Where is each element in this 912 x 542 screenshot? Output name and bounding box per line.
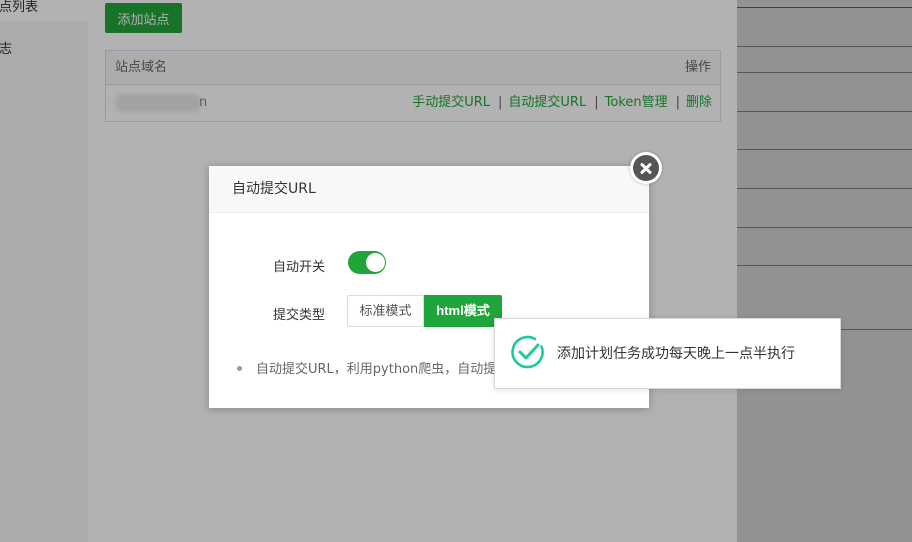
auto-switch-toggle[interactable] [348, 251, 386, 274]
html-mode-button[interactable]: html模式 [424, 295, 502, 327]
close-icon [633, 155, 659, 181]
dialog-header: 自动提交URL [209, 166, 649, 213]
mode-group: 标准模式 html模式 [347, 295, 502, 327]
tip-item: 自动提交URL，利用python爬虫，自动提 [237, 358, 496, 377]
type-label: 提交类型 [272, 308, 325, 323]
close-button[interactable] [630, 152, 662, 184]
standard-mode-button[interactable]: 标准模式 [347, 295, 424, 327]
modal-mask-right [737, 0, 912, 542]
success-toast: 添加计划任务成功每天晚上一点半执行 [494, 318, 841, 389]
switch-knob [366, 253, 385, 272]
toast-message: 添加计划任务成功每天晚上一点半执行 [557, 346, 795, 362]
bullet-dot [237, 366, 242, 371]
tip-text: 自动提交URL，利用python爬虫，自动提 [256, 362, 497, 377]
check-circle-icon [511, 335, 544, 369]
switch-label: 自动开关 [272, 260, 325, 275]
dialog-title: 自动提交URL [232, 181, 316, 197]
